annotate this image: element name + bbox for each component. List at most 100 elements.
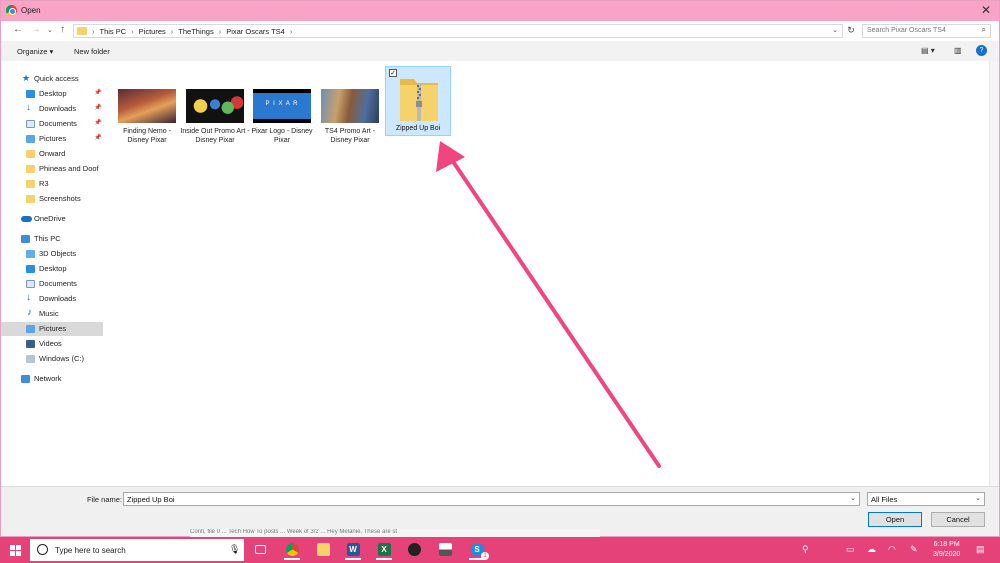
breadcrumb-pixar-oscars[interactable]: Pixar Oscars TS4 — [226, 27, 285, 36]
nav-qa-pictures[interactable]: Pictures 📌 — [1, 132, 103, 146]
selected-file-item[interactable]: ✓ Zipped Up Boi — [385, 66, 451, 136]
system-clock[interactable]: 6:18 PM 3/9/2020 — [933, 540, 960, 560]
file-list: Finding Nemo - Disney Pixar Inside Out P… — [105, 61, 989, 486]
excel-taskbar-icon[interactable]: X — [373, 540, 395, 560]
vertical-scrollbar[interactable] — [989, 61, 999, 486]
nav-network[interactable]: Network — [1, 372, 103, 386]
open-button[interactable]: Open — [868, 512, 922, 527]
nav-qa-phineas[interactable]: Phineas and Doof — [1, 162, 103, 176]
nav-pc-music[interactable]: ♪ Music — [1, 307, 103, 321]
clock-date: 3/9/2020 — [933, 551, 961, 558]
action-center-icon[interactable]: ▤ — [976, 544, 985, 555]
cloud-sync-icon[interactable]: ☁ — [867, 544, 876, 555]
chrome-taskbar-icon[interactable] — [281, 540, 303, 560]
people-icon[interactable]: ⚲ — [802, 544, 809, 555]
nav-label: Windows (C:) — [39, 354, 85, 363]
pin-icon[interactable]: 📌 — [94, 134, 101, 141]
forward-arrow-icon[interactable]: → — [31, 24, 41, 35]
desktop-icon — [26, 90, 35, 98]
task-view-icon[interactable] — [249, 540, 271, 560]
pen-icon[interactable]: ✎ — [910, 544, 918, 555]
refresh-icon[interactable]: ↻ — [845, 25, 857, 37]
nav-label: Downloads — [39, 294, 77, 303]
chevron-down-icon[interactable]: ⌄ — [47, 26, 53, 34]
file-name-input[interactable]: Zipped Up Boi ⌄ — [123, 492, 860, 506]
nav-label: Screenshots — [39, 194, 81, 203]
nav-quick-access[interactable]: ★ Quick access — [1, 72, 103, 86]
help-icon[interactable]: ? — [976, 45, 987, 56]
file-type-select[interactable]: All Files ⌄ — [867, 492, 985, 506]
chevron-down-icon[interactable]: ⌄ — [850, 494, 856, 502]
nav-label: Onward — [39, 149, 66, 158]
open-dialog: Open ✕ ← → ⌄ ↑ › This PC › Pictures › Th… — [0, 0, 1000, 537]
navigation-pane: ★ Quick access Desktop 📌 ↓ Downloads 📌 D… — [1, 61, 105, 486]
nav-qa-onward[interactable]: Onward — [1, 147, 103, 161]
nav-pc-desktop[interactable]: Desktop — [1, 262, 103, 276]
cancel-button[interactable]: Cancel — [931, 512, 985, 527]
nav-label: Phineas and Doof — [39, 164, 99, 173]
cube-icon — [26, 250, 35, 258]
search-input[interactable]: Search Pixar Oscars TS4 ⌕ — [862, 24, 991, 38]
nav-label: Desktop — [39, 264, 67, 273]
nav-label: Desktop — [39, 89, 67, 98]
file-explorer-taskbar-icon[interactable] — [312, 540, 334, 560]
organize-button[interactable]: Organize ▾ — [17, 47, 53, 56]
download-icon: ↓ — [26, 102, 31, 113]
address-bar[interactable]: › This PC › Pictures › TheThings › Pixar… — [73, 24, 843, 38]
nav-pc-videos[interactable]: Videos — [1, 337, 103, 351]
document-icon — [26, 280, 35, 288]
nav-this-pc[interactable]: This PC — [1, 232, 103, 246]
nav-qa-desktop[interactable]: Desktop 📌 — [1, 87, 103, 101]
taskbar-search-placeholder: Type here to search — [55, 546, 126, 555]
drive-icon — [26, 355, 35, 363]
checkbox[interactable]: ✓ — [389, 69, 397, 77]
pin-icon[interactable]: 📌 — [94, 104, 101, 111]
cloud-icon — [21, 216, 32, 222]
nav-label: Pictures — [39, 324, 67, 333]
preview-pane-icon[interactable]: ▥ — [954, 46, 962, 55]
chevron-down-icon[interactable]: ⌄ — [975, 494, 981, 502]
wifi-icon[interactable]: ◠ — [888, 544, 896, 555]
nav-pc-3d-objects[interactable]: 3D Objects — [1, 247, 103, 261]
nav-label: Network — [34, 374, 62, 383]
windows-start-icon[interactable] — [10, 545, 21, 556]
breadcrumb-pictures[interactable]: Pictures — [139, 27, 166, 36]
breadcrumb-thethings[interactable]: TheThings — [178, 27, 213, 36]
nav-pc-documents[interactable]: Documents — [1, 277, 103, 291]
nav-pc-downloads[interactable]: ↓ Downloads — [1, 292, 103, 306]
breadcrumb-this-pc[interactable]: This PC — [100, 27, 127, 36]
battery-icon[interactable]: ▭ — [846, 544, 855, 555]
pin-icon[interactable]: 📌 — [94, 89, 101, 96]
nav-label: Quick access — [34, 74, 79, 83]
photos-taskbar-icon[interactable] — [434, 540, 456, 560]
word-taskbar-icon[interactable]: W — [342, 540, 364, 560]
background-window-strip: Confi, file 0 ... Tech How To posts ... … — [190, 529, 600, 537]
nav-pc-windows-c[interactable]: Windows (C:) — [1, 352, 103, 366]
file-type-value: All Files — [871, 495, 898, 504]
document-icon — [26, 120, 35, 128]
taskbar-search-input[interactable]: Type here to search 🎙 — [30, 539, 244, 561]
back-arrow-icon[interactable]: ← — [13, 24, 23, 35]
nav-qa-downloads[interactable]: ↓ Downloads 📌 — [1, 102, 103, 116]
nav-qa-documents[interactable]: Documents 📌 — [1, 117, 103, 131]
film-icon — [26, 340, 35, 348]
nav-qa-screenshots[interactable]: Screenshots — [1, 192, 103, 206]
pixar-logo-text: P I X A R — [265, 101, 299, 107]
nav-onedrive[interactable]: OneDrive — [1, 212, 103, 226]
address-dropdown-icon[interactable]: ⌄ — [832, 26, 838, 34]
taskbar: Confi, file 0 ... Tech How To posts ... … — [0, 529, 1000, 563]
image-thumbnail — [118, 89, 176, 123]
chrome-icon — [6, 5, 17, 16]
close-icon[interactable]: ✕ — [981, 3, 991, 17]
view-options-icon[interactable]: ▤ ▾ — [921, 46, 935, 55]
nav-label: Music — [39, 309, 59, 318]
nav-qa-r3[interactable]: R3 — [1, 177, 103, 191]
microphone-icon[interactable]: 🎙 — [229, 544, 240, 555]
skype-taskbar-icon[interactable]: S1 — [466, 540, 489, 560]
new-folder-button[interactable]: New folder — [74, 47, 110, 56]
inkscape-taskbar-icon[interactable] — [403, 540, 425, 560]
up-arrow-icon[interactable]: ↑ — [60, 24, 65, 35]
nav-label: Documents — [39, 279, 77, 288]
pin-icon[interactable]: 📌 — [94, 119, 101, 126]
nav-pc-pictures[interactable]: Pictures — [1, 322, 103, 336]
